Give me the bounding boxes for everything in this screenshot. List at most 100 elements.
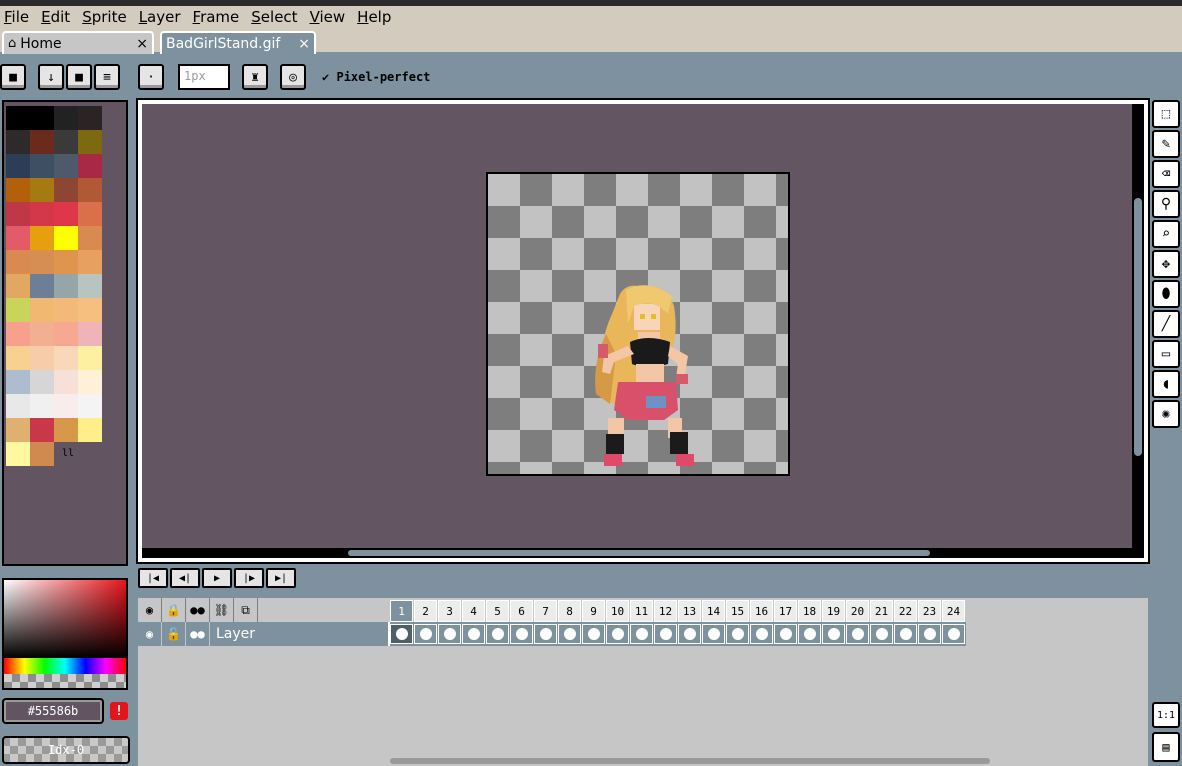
cel[interactable] (774, 624, 797, 644)
palette-swatch[interactable] (54, 178, 78, 202)
tab-file-close-icon[interactable]: × (298, 36, 310, 52)
palette-swatch[interactable] (78, 298, 102, 322)
frame-header[interactable]: 16 (750, 600, 773, 622)
selection-icon[interactable]: ⬚ (1152, 100, 1180, 128)
palette-swatch[interactable] (30, 274, 54, 298)
palette-swatch[interactable] (30, 130, 54, 154)
palette-swatch[interactable] (78, 178, 102, 202)
tab-file[interactable]: BadGirlStand.gif × (160, 31, 316, 54)
ink-lines-icon[interactable]: ≡ (94, 64, 120, 90)
canvas-vertical-scroll-thumb[interactable] (1134, 198, 1142, 456)
frame-header[interactable]: 7 (534, 600, 557, 622)
palette-swatch[interactable] (30, 418, 54, 442)
link-icon[interactable]: ⛓ (210, 598, 234, 622)
zoom-ratio-button[interactable]: 1:1 (1152, 702, 1180, 728)
palette-swatch[interactable] (6, 154, 30, 178)
palette-swatch[interactable] (78, 394, 102, 418)
cel[interactable] (534, 624, 557, 644)
palette-swatch[interactable] (6, 274, 30, 298)
palette-swatch[interactable] (6, 106, 30, 130)
palette-swatch[interactable] (6, 442, 30, 466)
palette-swatch[interactable] (30, 322, 54, 346)
palette-swatch[interactable] (6, 130, 30, 154)
palette-swatch[interactable] (30, 370, 54, 394)
layer-row[interactable]: ◉ 🔓 ●● Layer (138, 622, 966, 646)
frame-header[interactable]: 6 (510, 600, 533, 622)
cel[interactable] (798, 624, 821, 644)
frame-header[interactable]: 3 (438, 600, 461, 622)
frame-header[interactable]: 13 (678, 600, 701, 622)
frame-header[interactable]: 19 (822, 600, 845, 622)
palette-swatch[interactable] (54, 394, 78, 418)
palette-swatch[interactable] (6, 202, 30, 226)
first-frame-icon[interactable]: |◀ (138, 568, 168, 588)
cel[interactable] (822, 624, 845, 644)
palette-swatch[interactable] (30, 202, 54, 226)
palette-swatch[interactable] (30, 298, 54, 322)
cel[interactable] (510, 624, 533, 644)
onion-skin-icon[interactable]: ⧉ (234, 598, 258, 622)
frame-header[interactable]: 9 (582, 600, 605, 622)
canvas-horizontal-scroll-thumb[interactable] (348, 550, 930, 556)
cel[interactable] (702, 624, 725, 644)
menu-help[interactable]: Help (353, 8, 399, 26)
palette-swatch[interactable] (54, 154, 78, 178)
frame-header[interactable]: 2 (414, 600, 437, 622)
frame-header[interactable]: 22 (894, 600, 917, 622)
palette-swatch[interactable] (78, 202, 102, 226)
palette-swatch[interactable] (54, 106, 78, 130)
cel[interactable] (414, 624, 437, 644)
tab-home[interactable]: ⌂ Home × (2, 31, 154, 54)
frame-header[interactable]: 24 (942, 600, 965, 622)
menu-frame[interactable]: Frame (189, 8, 248, 26)
sprite-canvas[interactable] (486, 172, 790, 476)
frame-header[interactable]: 1 (390, 600, 413, 622)
tab-home-close-icon[interactable]: × (136, 36, 148, 52)
menu-edit[interactable]: Edit (37, 8, 78, 26)
frame-header[interactable]: 4 (462, 600, 485, 622)
cel[interactable] (678, 624, 701, 644)
cel[interactable] (726, 624, 749, 644)
palette-swatch[interactable] (54, 274, 78, 298)
move-icon[interactable]: ✥ (1152, 250, 1180, 278)
palette-swatch[interactable] (30, 442, 54, 466)
layer-name[interactable]: Layer (212, 622, 390, 646)
palette-swatch[interactable] (6, 370, 30, 394)
palette-swatch[interactable] (6, 178, 30, 202)
canvas-horizontal-scrollbar[interactable] (142, 548, 1144, 558)
layer-lock-icon[interactable]: 🔓 (162, 622, 186, 646)
hue-slider[interactable] (4, 658, 126, 674)
color-index-button[interactable]: Idx-0 (2, 736, 130, 764)
palette-swatch[interactable] (30, 226, 54, 250)
eye-icon[interactable]: ◉ (138, 598, 162, 622)
frame-header[interactable]: 21 (870, 600, 893, 622)
frame-header[interactable]: 15 (726, 600, 749, 622)
continuous-icon[interactable]: ●● (186, 598, 210, 622)
palette-swatch[interactable] (78, 274, 102, 298)
layer-continuous-icon[interactable]: ●● (186, 622, 210, 646)
next-frame-icon[interactable]: |▶ (234, 568, 264, 588)
palette-swatch[interactable] (78, 346, 102, 370)
play-icon[interactable]: ▶ (202, 568, 232, 588)
cel[interactable] (486, 624, 509, 644)
cel[interactable] (654, 624, 677, 644)
timeline-horizontal-scroll-thumb[interactable] (390, 758, 990, 764)
color-picker[interactable] (2, 578, 128, 690)
alpha-slider[interactable] (4, 674, 126, 688)
last-frame-icon[interactable]: ▶| (266, 568, 296, 588)
lock-icon[interactable]: 🔒 (162, 598, 186, 622)
palette-swatch[interactable] (54, 226, 78, 250)
frame-header[interactable]: 20 (846, 600, 869, 622)
warning-icon[interactable]: ! (110, 702, 128, 720)
eyedropper-icon[interactable]: ⚲ (1152, 190, 1180, 218)
cel[interactable] (606, 624, 629, 644)
frame-header[interactable]: 18 (798, 600, 821, 622)
rectangle-icon[interactable]: ▭ (1152, 340, 1180, 368)
palette-swatch[interactable] (78, 250, 102, 274)
menu-sprite[interactable]: Sprite (78, 8, 135, 26)
palette-swatch[interactable] (54, 202, 78, 226)
palette-swatch[interactable] (30, 178, 54, 202)
pixel-perfect-checkbox[interactable]: ✔ Pixel-perfect (322, 70, 430, 84)
menu-file[interactable]: File (0, 8, 37, 26)
palette-swatch[interactable] (6, 298, 30, 322)
